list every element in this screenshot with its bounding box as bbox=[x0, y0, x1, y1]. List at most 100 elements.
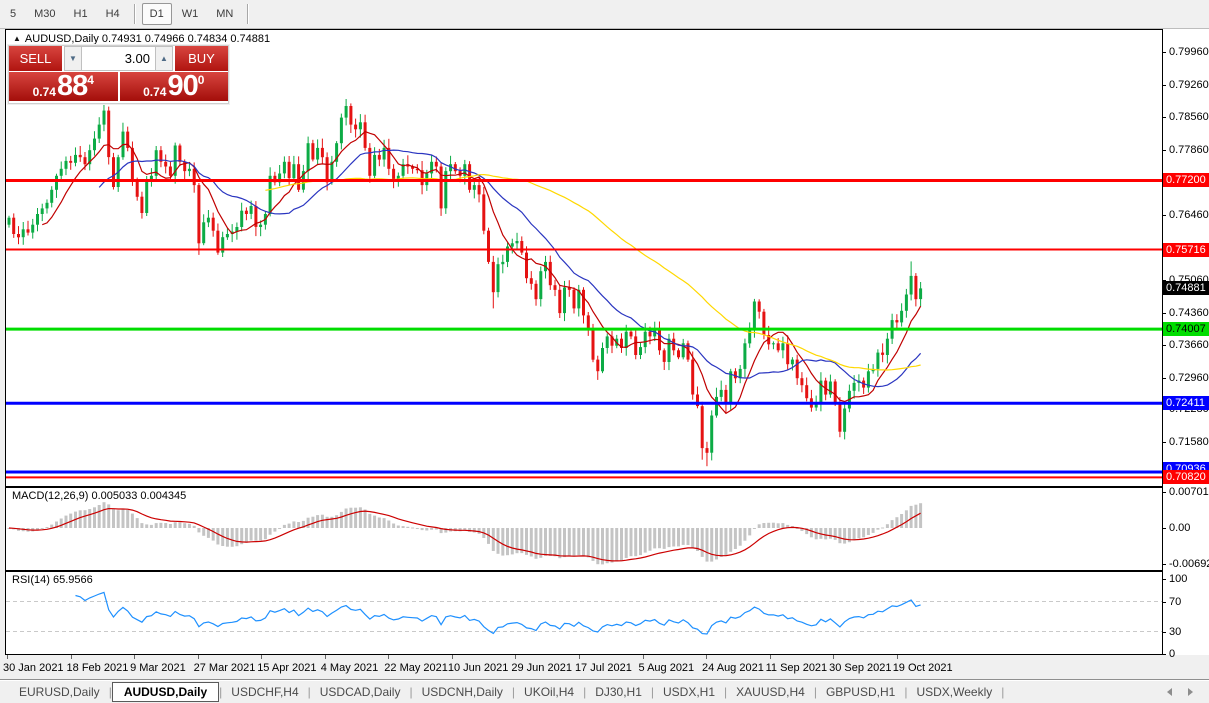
time-tick-mark bbox=[515, 655, 517, 659]
one-click-trade-panel: SELL ▼ 3.00 ▲ BUY 0.74 88 4 0.74 90 0 bbox=[8, 45, 229, 104]
timeframe-toolbar: 5 M30 H1 H4 D1 W1 MN bbox=[0, 0, 1209, 29]
macd-indicator-pane[interactable]: MACD(12,26,9) 0.005033 0.004345 bbox=[5, 487, 1163, 571]
time-axis[interactable]: 30 Jan 2021 18 Feb 2021 9 Mar 2021 27 Mar 2… bbox=[3, 655, 1163, 679]
spinner-down-icon: ▼ bbox=[69, 54, 77, 63]
sell-price-main: 88 bbox=[56, 70, 88, 102]
price-tick-mark bbox=[1163, 84, 1166, 86]
level-price-badge: 0.70820 bbox=[1163, 470, 1209, 485]
price-chart-pane[interactable]: ▲ AUDUSD,Daily 0.74931 0.74966 0.74834 0.… bbox=[5, 29, 1163, 487]
chart-tab-usdchf-h4[interactable]: USDCHF,H4 bbox=[222, 682, 307, 702]
price-tick-mark bbox=[1163, 117, 1166, 119]
tab-separator: | bbox=[1001, 684, 1005, 699]
time-tick-label: 18 Feb 2021 bbox=[66, 662, 129, 674]
chart-tab-usdcnh-daily[interactable]: USDCNH,Daily bbox=[413, 682, 512, 702]
tabs-scroll-right-button[interactable] bbox=[1188, 687, 1193, 696]
timeframe-button-m30[interactable]: M30 bbox=[26, 3, 63, 25]
price-tick-label: 0.72960 bbox=[1169, 371, 1209, 384]
macd-layer bbox=[7, 502, 923, 565]
tabs-scroll-left-button[interactable] bbox=[1167, 687, 1172, 696]
price-tick-label: 0.71580 bbox=[1169, 436, 1209, 448]
time-tick-label: 27 Mar 2021 bbox=[193, 662, 256, 674]
volume-increase-button[interactable]: ▲ bbox=[155, 46, 173, 71]
rsi-chart-svg bbox=[6, 591, 1162, 635]
rsi-layer bbox=[6, 591, 1162, 635]
macd-label: MACD(12,26,9) 0.005033 0.004345 bbox=[12, 490, 187, 502]
current-price-badge: 0.74881 bbox=[1163, 281, 1209, 296]
price-tick-label: 0.79960 bbox=[1169, 46, 1209, 58]
sell-button[interactable]: SELL bbox=[9, 46, 62, 71]
chart-tab-audusd-daily[interactable]: AUDUSD,Daily bbox=[111, 681, 220, 702]
chart-tab-ukoil-h4[interactable]: UKOil,H4 bbox=[515, 682, 583, 702]
time-tick-label: 5 Aug 2021 bbox=[638, 662, 695, 674]
price-tick-label: 0.79260 bbox=[1169, 78, 1209, 91]
chart-tab-usdcad-daily[interactable]: USDCAD,Daily bbox=[311, 682, 410, 702]
price-axis[interactable]: 0.79960 0.79260 0.78560 0.77860 0.76460 0.750… bbox=[1163, 29, 1209, 660]
level-price-badge: 0.75716 bbox=[1163, 242, 1209, 257]
timeframe-button-h1[interactable]: H1 bbox=[66, 3, 96, 25]
time-tick-mark bbox=[7, 655, 8, 659]
buy-price-display[interactable]: 0.74 90 0 bbox=[119, 72, 228, 101]
level-price-badge: 0.72411 bbox=[1163, 396, 1209, 411]
time-tick-mark bbox=[451, 655, 453, 659]
trading-terminal-window: 5 M30 H1 H4 D1 W1 MN ▲ AUDUSD,Daily 0.74931 0.7… bbox=[0, 0, 1209, 703]
price-tick-label: 0.76460 bbox=[1169, 208, 1209, 221]
chart-tab-xauusd-h4[interactable]: XAUUSD,H4 bbox=[727, 682, 814, 702]
chart-tab-dj30-h1[interactable]: DJ30,H1 bbox=[586, 682, 651, 702]
time-tick-mark bbox=[388, 655, 390, 659]
chart-tab-usdx-weekly[interactable]: USDX,Weekly bbox=[907, 682, 1001, 702]
time-tick-mark bbox=[324, 655, 326, 659]
price-tick-mark bbox=[1163, 345, 1166, 347]
price-tick-label: 0.73660 bbox=[1169, 339, 1209, 352]
chart-tabs: EURUSD,Daily | AUDUSD,Daily | USDCHF,H4 | USDC… bbox=[10, 681, 1005, 702]
rsi-tick-label: 30 bbox=[1169, 625, 1182, 638]
timeframe-button-5[interactable]: 5 bbox=[2, 3, 24, 25]
price-tick-label: 0.78560 bbox=[1169, 111, 1209, 124]
chart-tab-eurusd-daily[interactable]: EURUSD,Daily bbox=[10, 682, 109, 702]
timeframe-button-mn[interactable]: MN bbox=[208, 3, 241, 25]
time-tick-mark bbox=[134, 655, 136, 659]
rsi-tick-mark bbox=[1163, 631, 1166, 633]
time-tick-label: 19 Oct 2021 bbox=[892, 662, 953, 674]
price-tick-label: 0.77860 bbox=[1169, 143, 1209, 156]
spinner-up-icon: ▲ bbox=[160, 54, 168, 63]
rsi-tick-mark bbox=[1163, 654, 1166, 655]
rsi-indicator-pane[interactable]: RSI(14) 65.9566 bbox=[5, 571, 1163, 655]
time-tick-label: 24 Aug 2021 bbox=[702, 662, 764, 674]
time-tick-mark bbox=[261, 655, 263, 659]
time-tick-mark bbox=[578, 655, 580, 659]
buy-button[interactable]: BUY bbox=[175, 46, 228, 71]
buy-price-prefix: 0.74 bbox=[143, 85, 167, 99]
rsi-tick-label: 100 bbox=[1169, 573, 1188, 585]
price-tick-label: 0.74360 bbox=[1169, 306, 1209, 319]
chart-tab-usdx-h1[interactable]: USDX,H1 bbox=[654, 682, 724, 702]
price-tick-mark bbox=[1163, 149, 1166, 151]
macd-tick-mark bbox=[1163, 491, 1166, 493]
buy-price-pip: 0 bbox=[197, 73, 205, 87]
sell-price-display[interactable]: 0.74 88 4 bbox=[9, 72, 118, 101]
time-tick-label: 10 Jun 2021 bbox=[447, 662, 509, 674]
macd-tick-label: -0.006923 bbox=[1169, 557, 1209, 570]
time-tick-label: 29 Jun 2021 bbox=[511, 662, 572, 674]
timeframe-button-h4[interactable]: H4 bbox=[98, 3, 128, 25]
timeframe-button-d1[interactable]: D1 bbox=[141, 3, 172, 25]
time-tick-label: 4 May 2021 bbox=[320, 662, 379, 674]
time-tick-label: 17 Jul 2021 bbox=[574, 662, 632, 674]
collapse-triangle-icon[interactable]: ▲ bbox=[13, 34, 21, 43]
chart-title-text: AUDUSD,Daily 0.74931 0.74966 0.74834 0.7… bbox=[24, 33, 271, 45]
chart-tab-gbpusd-h1[interactable]: GBPUSD,H1 bbox=[817, 682, 904, 702]
price-tick-mark bbox=[1163, 377, 1166, 379]
volume-decrease-button[interactable]: ▼ bbox=[64, 46, 82, 71]
toolbar-separator bbox=[133, 4, 136, 24]
price-tick-mark bbox=[1163, 442, 1166, 443]
volume-input[interactable]: 3.00 bbox=[82, 46, 155, 71]
macd-tick-mark bbox=[1163, 563, 1166, 565]
rsi-label: RSI(14) 65.9566 bbox=[12, 574, 93, 586]
time-tick-mark bbox=[197, 655, 199, 659]
macd-tick-mark bbox=[1163, 528, 1166, 529]
timeframe-button-w1[interactable]: W1 bbox=[174, 3, 207, 25]
time-tick-mark bbox=[896, 655, 898, 659]
time-tick-mark bbox=[70, 655, 72, 659]
chart-area: ▲ AUDUSD,Daily 0.74931 0.74966 0.74834 0.… bbox=[3, 29, 1163, 679]
time-tick-label: 30 Jan 2021 bbox=[3, 662, 64, 674]
level-price-badge: 0.77200 bbox=[1163, 173, 1209, 188]
